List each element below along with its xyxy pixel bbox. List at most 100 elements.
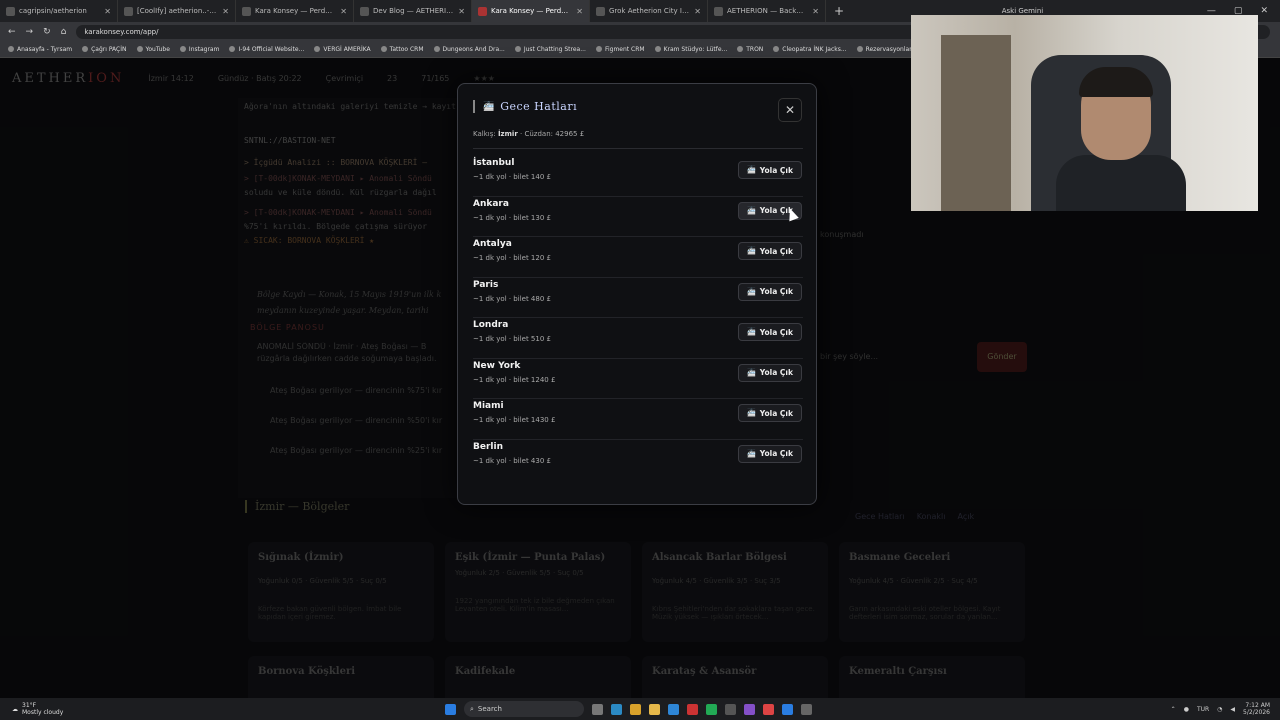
close-icon[interactable]: ✕ (222, 7, 229, 16)
app-icon[interactable] (782, 703, 793, 715)
app-icon[interactable] (763, 703, 774, 715)
app-icon[interactable] (744, 703, 755, 715)
skype-icon[interactable] (668, 703, 679, 715)
coolify-icon (124, 6, 133, 16)
bookmark-icon (8, 46, 14, 52)
browser-tab[interactable]: Dev Blog — AETHERION ✕ (354, 0, 472, 22)
bookmark[interactable]: Kram Stüdyo: Lütfe... (654, 46, 727, 53)
language[interactable]: TUR (1197, 706, 1209, 713)
modal-header: 🚈 Gece Hatları (473, 100, 577, 113)
bookmark[interactable]: VERGİ AMERİKA (314, 46, 371, 53)
github-icon (6, 6, 15, 16)
home-icon[interactable]: ⌂ (61, 27, 67, 37)
route-info: ~1 dk yol · bilet 510 £ (473, 335, 551, 343)
depart-button[interactable]: 🚈 Yola Çık (738, 404, 802, 422)
site-icon (242, 6, 251, 16)
route-row: New York ~1 dk yol · bilet 1240 £ 🚈 Yola Çı… (473, 359, 803, 399)
train-icon: 🚈 (747, 287, 756, 296)
browser-tab[interactable]: AETHERION — BackOffice ✕ (708, 0, 826, 22)
route-info: ~1 dk yol · bilet 120 £ (473, 254, 551, 262)
close-icon[interactable]: ✕ (694, 7, 701, 16)
bookmark[interactable]: Instagram (179, 46, 219, 53)
windows-taskbar: ☁ 31°F Mostly cloudy ⌕ Search ⌃ ● TUR ◔ ◀ … (0, 698, 1280, 720)
bookmark[interactable]: I-94 Official Website... (229, 46, 304, 53)
route-info: ~1 dk yol · bilet 140 £ (473, 173, 551, 181)
bookmark-icon (380, 46, 387, 52)
windows-start-icon[interactable] (445, 703, 456, 715)
bookmark-icon (654, 46, 661, 52)
departure-info: Kalkış: İzmir · Cüzdan: 42965 £ (473, 130, 585, 138)
search-icon: ⌕ (470, 704, 474, 713)
route-city: Ankara (473, 198, 509, 209)
route-city: İstanbul (473, 158, 515, 168)
depart-button[interactable]: 🚈 Yola Çık (738, 242, 802, 260)
route-list: İstanbul ~1 dk yol · bilet 140 £ 🚈 Yola Çık… (473, 156, 803, 480)
steam-icon[interactable] (706, 703, 717, 715)
forward-icon[interactable]: → (26, 27, 34, 37)
depart-button[interactable]: 🚈 Yola Çık (738, 363, 802, 382)
browser-tab[interactable]: Kara Konsey — Perde Aralanıyo✕ (236, 0, 354, 22)
mic-icon[interactable]: ● (1184, 706, 1189, 713)
taskbar-search[interactable]: ⌕ Search (464, 701, 584, 717)
depart-button[interactable]: 🚈 Yola Çık (738, 282, 802, 301)
divider (473, 148, 803, 149)
route-city: Antalya (473, 239, 512, 249)
bookmark-icon (433, 46, 440, 52)
close-icon[interactable]: ✕ (576, 7, 583, 16)
chrome-icon[interactable] (630, 703, 641, 715)
bookmark[interactable]: Tattoo CRM (380, 46, 424, 53)
browser-tab[interactable]: cagripsin/aetherion ✕ (0, 0, 118, 22)
bookmark[interactable]: Anasayfa - Tyrsam (8, 46, 72, 53)
browser-tab[interactable]: Grok Aetherion City Image Pro✕ (590, 0, 708, 22)
close-icon[interactable]: ✕ (812, 7, 819, 16)
bookmark-icon (514, 46, 521, 52)
system-tray: ⌃ ● TUR ◔ ◀ 7:12 AM 5/2/2026 (1171, 698, 1270, 720)
route-row: Londra ~1 dk yol · bilet 510 £ 🚈 Yola Çık (473, 318, 803, 359)
bookmark[interactable]: Dungeons And Dra... (433, 46, 505, 53)
modal-title: Gece Hatları (500, 100, 578, 113)
close-button[interactable]: ✕ (778, 98, 802, 122)
wifi-icon[interactable]: ◔ (1217, 706, 1222, 713)
bookmark[interactable]: Figment CRM (595, 46, 645, 53)
route-city: Paris (473, 279, 499, 290)
bookmark[interactable]: TRON (737, 46, 763, 53)
reload-icon[interactable]: ↻ (43, 27, 51, 37)
close-icon[interactable]: ✕ (340, 7, 347, 16)
task-view-icon[interactable] (592, 703, 603, 715)
train-icon: 🚈 (747, 368, 756, 377)
edge-icon[interactable] (611, 703, 622, 715)
weather-widget[interactable]: ☁ 31°F Mostly cloudy (0, 702, 63, 716)
app-icon[interactable] (725, 703, 736, 715)
profile-name[interactable]: Aski Gemini (1002, 7, 1044, 15)
webcam-shelf (941, 35, 1011, 211)
bookmark[interactable]: Cleopatra İNK Jacks... (773, 46, 847, 53)
new-tab-button[interactable]: + (826, 4, 852, 18)
close-icon[interactable]: ✕ (458, 7, 465, 16)
bookmark[interactable]: Just Chatting Strea... (514, 46, 586, 53)
depart-button[interactable]: 🚈 Yola Çık (738, 323, 802, 341)
instagram-icon (179, 46, 186, 52)
folder-icon[interactable] (649, 703, 660, 715)
clock[interactable]: 7:12 AM 5/2/2026 (1243, 702, 1270, 716)
site-icon (478, 6, 487, 16)
route-row: Ankara ~1 dk yol · bilet 130 £ 🚈 Yola Çık (473, 197, 803, 237)
webcam-person-body (1056, 155, 1186, 211)
bookmark[interactable]: YouTube (136, 46, 170, 53)
bookmark[interactable]: Çağrı PAÇİN (82, 46, 127, 53)
bookmark-icon (82, 46, 89, 52)
close-icon[interactable]: ✕ (104, 7, 111, 16)
train-icon: 🚈 (747, 449, 756, 458)
browser-tab-active[interactable]: Kara Konsey — Perde Aralanıyo✕ (472, 0, 590, 22)
app-icon[interactable] (687, 703, 698, 715)
chevron-up-icon[interactable]: ⌃ (1171, 706, 1176, 713)
route-info: ~1 dk yol · bilet 130 £ (473, 213, 551, 222)
grok-icon (596, 6, 605, 16)
train-icon: 🚈 (747, 409, 756, 417)
back-icon[interactable]: ← (8, 27, 16, 37)
browser-tab[interactable]: [CoolIfy] aetherion..- Deploym✕ (118, 0, 236, 22)
close-window-icon[interactable]: ✕ (1260, 6, 1268, 16)
depart-button[interactable]: 🚈 Yola Çık (738, 161, 802, 179)
app-icon[interactable] (801, 703, 812, 715)
volume-icon[interactable]: ◀ (1230, 706, 1235, 713)
depart-button[interactable]: 🚈 Yola Çık (738, 444, 802, 463)
